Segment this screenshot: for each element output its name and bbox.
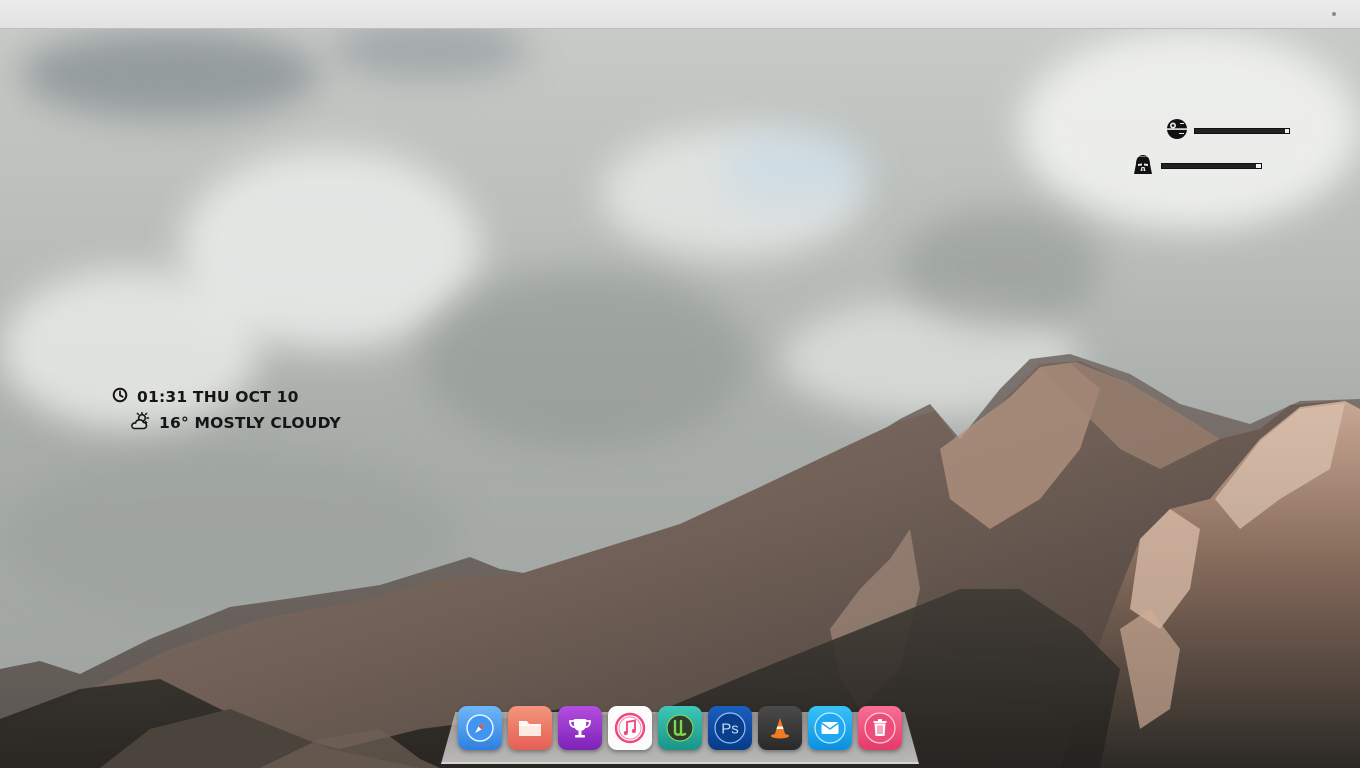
partly-cloudy-icon (130, 411, 159, 434)
cpu-usage-fill (1195, 129, 1286, 133)
itunes-music-icon[interactable] (608, 706, 652, 750)
dock: Ps (458, 706, 902, 750)
darth-vader-helmet-icon (1131, 152, 1155, 180)
mail-icon[interactable] (808, 706, 852, 750)
monitor-row-2 (1131, 152, 1262, 180)
folder-icon[interactable] (508, 706, 552, 750)
panel-indicator-dot[interactable] (1332, 12, 1336, 16)
top-panel (0, 0, 1360, 29)
clock-weather-widget: 01:31 THU OCT 10 16° MOSTLY CLOUDY (112, 385, 341, 435)
vlc-cone-icon[interactable] (758, 706, 802, 750)
memory-usage-bar (1161, 163, 1262, 169)
photoshop-icon[interactable]: Ps (708, 706, 752, 750)
desktop: 01:31 THU OCT 10 16° MOSTLY CLOUDY Ps (0, 0, 1360, 768)
clock-row: 01:31 THU OCT 10 (112, 385, 341, 409)
trash-icon[interactable] (858, 706, 902, 750)
monitor-row-1 (1166, 118, 1290, 144)
svg-text:Ps: Ps (721, 721, 739, 738)
memory-usage-fill (1162, 164, 1257, 168)
weather-row: 16° MOSTLY CLOUDY (130, 411, 341, 435)
cpu-usage-bar (1194, 128, 1290, 134)
clock-icon (112, 387, 137, 407)
trophy-icon[interactable] (558, 706, 602, 750)
safari-compass-icon[interactable] (458, 706, 502, 750)
weather-text: 16° MOSTLY CLOUDY (159, 414, 341, 432)
clock-time: 01:31 THU OCT 10 (137, 388, 299, 406)
death-star-icon (1166, 118, 1188, 144)
utorrent-icon[interactable] (658, 706, 702, 750)
